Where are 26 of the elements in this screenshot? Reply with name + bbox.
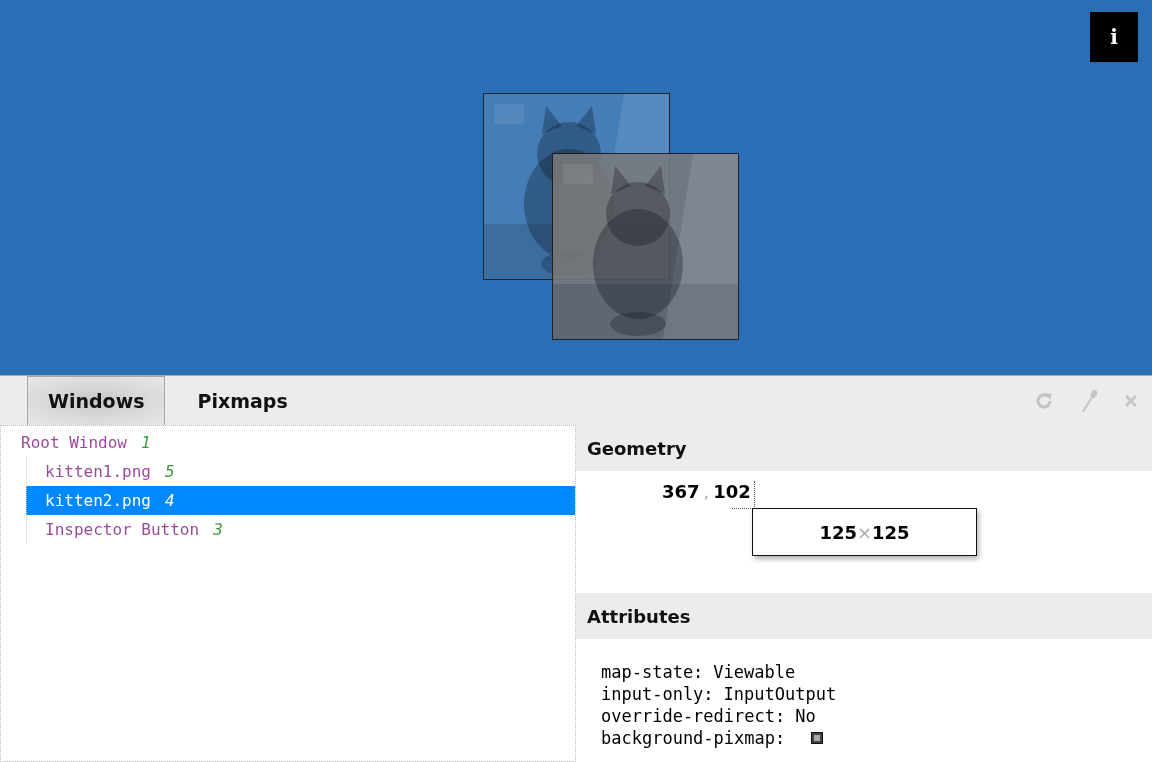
window-name: kitten1.png [45,462,151,481]
inspector-button[interactable]: i [1090,12,1138,62]
tab[interactable]: Windows [27,376,165,425]
attribute-key: input-only: [601,683,714,705]
window-name: Root Window [21,433,127,452]
attribute-value: No [795,705,816,727]
tree-item[interactable]: kitten2.png 4 [26,486,575,515]
tree-item[interactable]: Root Window 1 [1,428,575,457]
window-name: kitten2.png [45,491,151,510]
attribute-key: map-state: [601,661,704,683]
tab[interactable]: Pixmaps [176,376,308,425]
size-box: 125×125 [752,508,977,556]
section-title: Attributes [586,604,692,629]
attribute-value: Viewable [713,661,796,683]
window-id: 1 [140,433,151,452]
window-id: 5 [164,462,175,481]
window-id: 3 [213,520,223,539]
section-title: Geometry [586,436,688,461]
pixmap-icon [811,732,824,744]
tree-item[interactable]: Inspector Button 3 [26,515,575,544]
attribute-value: InputOutput [723,683,837,705]
attribute-key: override-redirect: [601,705,786,727]
window-name: Inspector Button [45,520,200,539]
attribute-key: background-pixmap: [601,727,786,749]
window-id: 4 [164,491,175,510]
position-text: 367 , 102 [662,481,751,502]
